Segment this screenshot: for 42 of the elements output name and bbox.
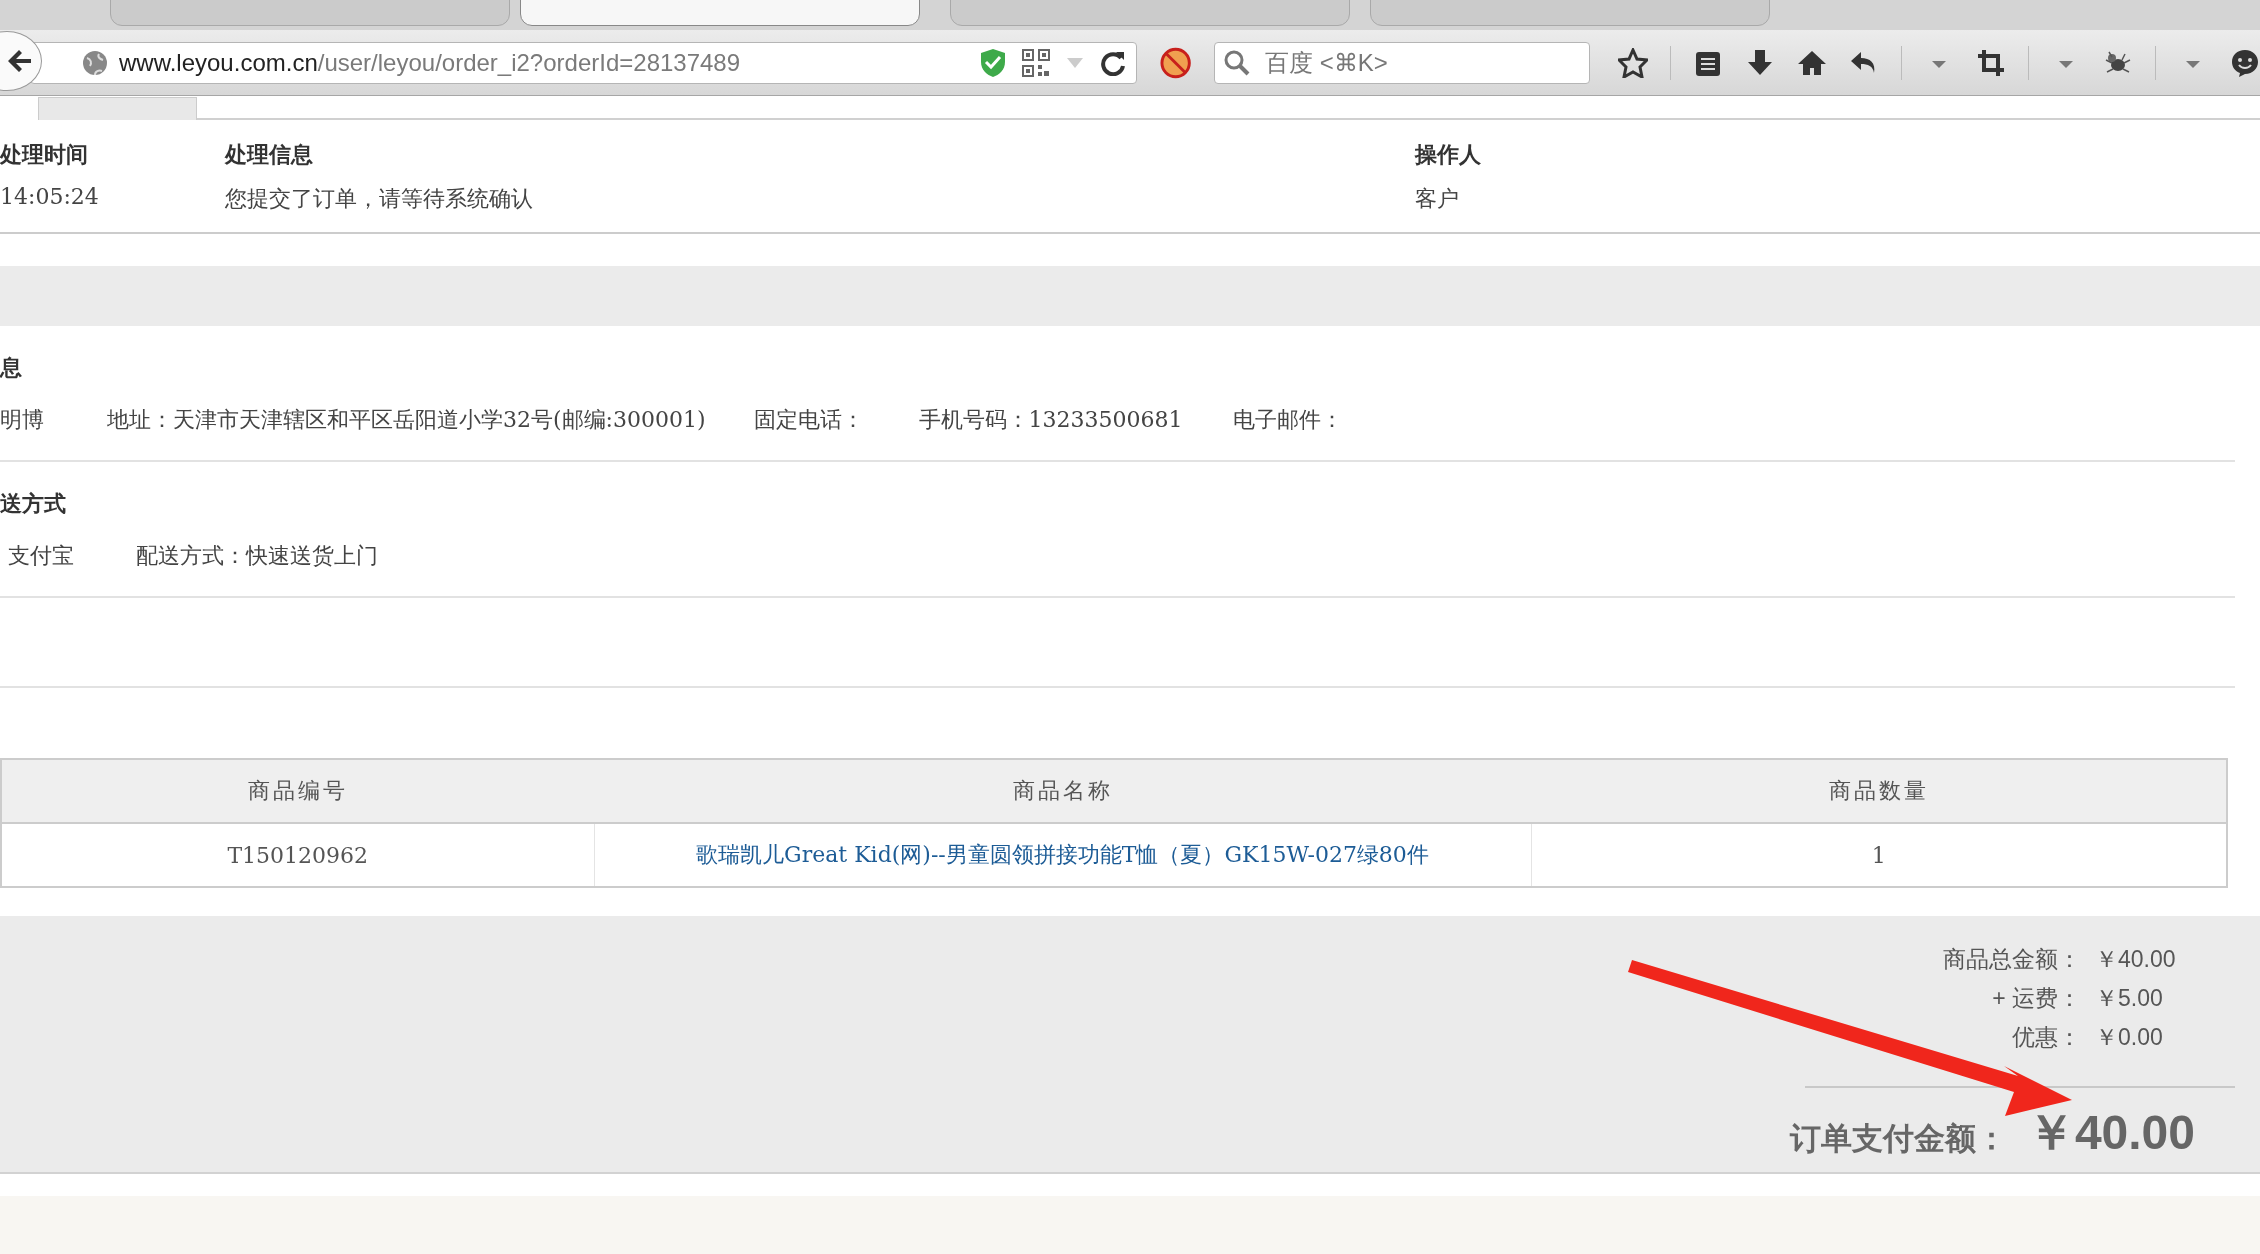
section-heading: 息	[0, 353, 23, 382]
total-value: ￥0.00	[2095, 1023, 2164, 1052]
back-arrow-icon	[7, 48, 33, 74]
address-bar[interactable]: www.leyou.com.cn/user/leyou/order_i2?orderId=28137489	[30, 41, 1137, 84]
total-label: 优惠：	[2012, 1023, 2081, 1052]
crop-icon[interactable]	[1976, 47, 2006, 78]
info-field: 明博	[0, 405, 44, 435]
table-cell-text: 客户	[1415, 185, 1460, 213]
table-cell-text: 您提交了订单，请等待系统确认	[225, 185, 534, 213]
info-field: 支付宝	[8, 541, 74, 571]
info-field: 固定电话：	[753, 405, 864, 435]
info-field: 手机号码：13233500681	[918, 405, 1183, 435]
table-cell-text: 14:05:24	[0, 184, 100, 211]
column-header: 商品编号	[1, 759, 594, 823]
info-field: 电子邮件：	[1232, 405, 1343, 435]
total-label: 商品总金额：	[1943, 945, 2081, 974]
url-text: www.leyou.com.cn/user/leyou/order_i2?orderId=28137489	[119, 48, 741, 77]
total-value: ￥40.00	[2095, 945, 2177, 974]
table-cell: 1	[1531, 823, 2227, 887]
column-header: 商品名称	[594, 759, 1531, 823]
info-field: 地址：天津市天津辖区和平区岳阳道小学32号(邮编:300001)	[107, 405, 706, 435]
reload-icon[interactable]	[1099, 49, 1126, 76]
column-header: 商品数量	[1531, 759, 2227, 823]
blocked-icon[interactable]	[1158, 45, 1192, 80]
total-value: ￥5.00	[2095, 984, 2164, 1013]
section-heading: 送方式	[0, 489, 67, 518]
shield-check-icon[interactable]	[979, 47, 1006, 78]
info-field: 配送方式：快速送货上门	[136, 541, 378, 571]
table-cell: T150120962	[1, 823, 594, 887]
total-label: + 运费：	[1992, 984, 2081, 1013]
grand-total-value: ￥40.00	[2026, 1105, 2195, 1161]
qr-code-icon[interactable]	[1021, 48, 1050, 77]
bookmark-star-icon[interactable]	[1618, 47, 1648, 78]
column-header: 处理信息	[225, 140, 314, 169]
search-icon	[1224, 49, 1250, 76]
smiley-icon[interactable]	[2230, 47, 2260, 78]
column-header: 操作人	[1415, 140, 1482, 169]
grand-total-label: 订单支付金额：	[1789, 1120, 2007, 1158]
column-header: 处理时间	[0, 140, 89, 169]
product-link[interactable]: 歌瑞凯儿Great Kid(网)--男童圆领拼接功能T恤（夏）GK15W-027绿80件	[696, 842, 1429, 867]
globe-icon	[81, 48, 109, 77]
search-field[interactable]: 百度 <⌘K>	[1214, 41, 1590, 84]
